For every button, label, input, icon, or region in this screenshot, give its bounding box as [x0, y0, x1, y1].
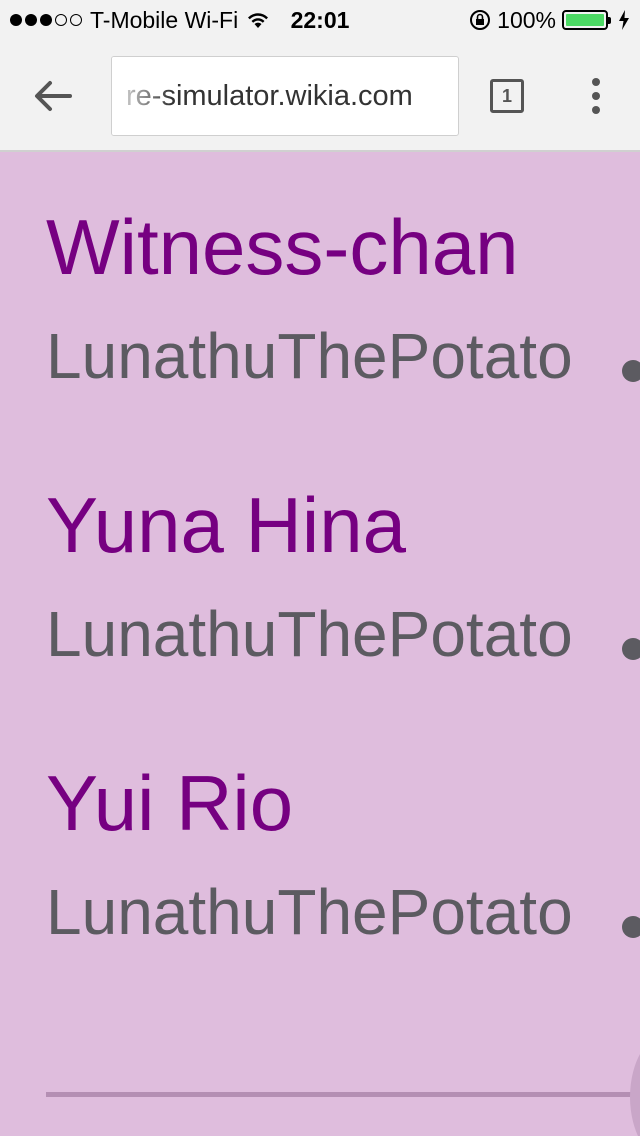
bullet-icon — [622, 916, 640, 938]
list-item[interactable]: Witness-chan LunathuThePotato — [46, 208, 640, 388]
battery-percent: 100% — [497, 6, 556, 33]
browser-toolbar: re-simulator.wikia.com 1 — [0, 40, 640, 152]
tab-switcher-button[interactable]: 1 — [490, 79, 524, 113]
status-bar: T-Mobile Wi-Fi 22:01 100% — [0, 0, 640, 40]
author-name[interactable]: LunathuThePotato — [46, 602, 640, 666]
page-content: Witness-chan LunathuThePotato Yuna Hina … — [0, 152, 640, 1136]
overflow-menu-icon[interactable] — [584, 76, 608, 116]
character-name[interactable]: Witness-chan — [46, 208, 640, 286]
back-arrow-icon[interactable] — [30, 74, 74, 118]
list-item[interactable]: Yui Rio LunathuThePotato — [46, 764, 640, 944]
status-right: 100% — [469, 6, 630, 34]
rotation-lock-icon — [470, 10, 491, 30]
section-divider — [46, 1092, 640, 1097]
bullet-icon — [622, 638, 640, 660]
author-name[interactable]: LunathuThePotato — [46, 324, 640, 388]
charging-icon — [619, 10, 629, 30]
address-bar[interactable]: re-simulator.wikia.com — [111, 56, 459, 136]
url-fade — [112, 57, 172, 135]
character-name[interactable]: Yuna Hina — [46, 486, 640, 564]
author-name[interactable]: LunathuThePotato — [46, 880, 640, 944]
battery-fill — [566, 14, 604, 26]
character-name[interactable]: Yui Rio — [46, 764, 640, 842]
battery-icon — [562, 10, 611, 30]
floating-button-edge[interactable] — [630, 1032, 640, 1136]
list-item[interactable]: Yuna Hina LunathuThePotato — [46, 486, 640, 666]
bullet-icon — [622, 360, 640, 382]
